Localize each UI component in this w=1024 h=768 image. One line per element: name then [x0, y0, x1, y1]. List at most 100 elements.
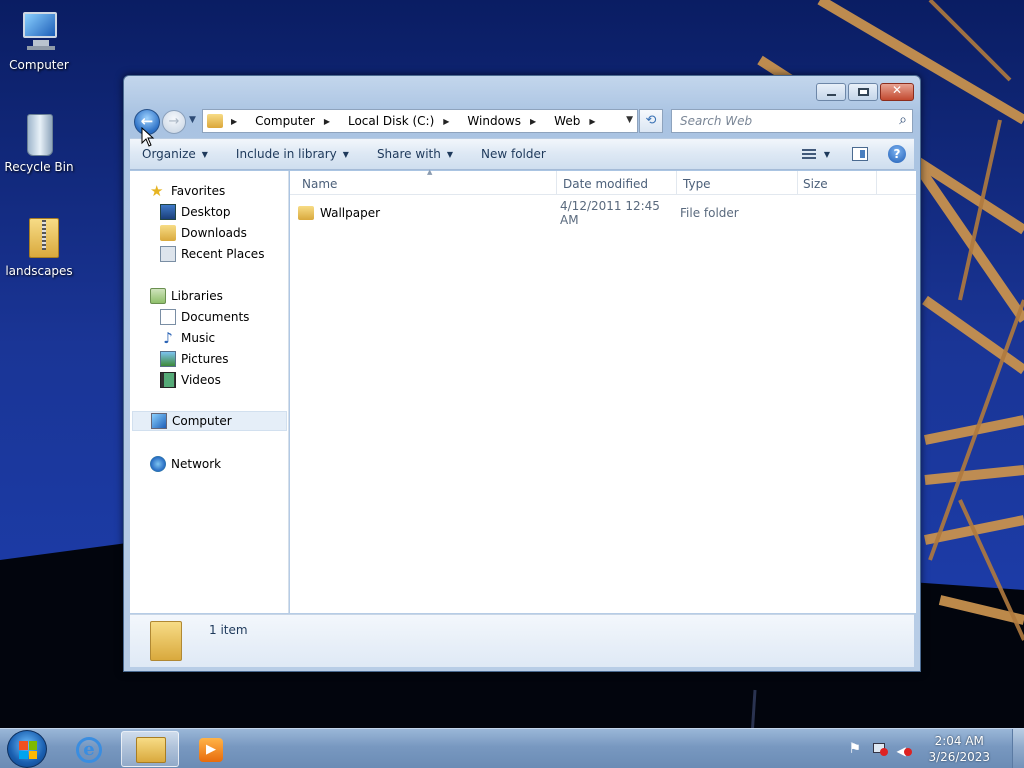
help-button[interactable]: ? [888, 145, 906, 163]
new-folder-button[interactable]: New folder [481, 147, 546, 161]
documents-icon [160, 309, 176, 325]
pictures-icon [160, 351, 176, 367]
close-button[interactable]: ✕ [880, 83, 914, 101]
chevron-down-icon: ▼ [342, 149, 349, 159]
navigation-pane: ★ Favorites Desktop Downloads Recent Pla… [130, 171, 289, 613]
column-header-type[interactable]: Type [683, 177, 711, 191]
chevron-right-icon[interactable]: ▶ [530, 117, 536, 126]
forward-button[interactable]: → [162, 110, 186, 134]
help-icon: ? [893, 147, 901, 161]
nav-music[interactable]: ♪ Music [160, 328, 215, 348]
column-header-size[interactable]: Size [803, 177, 828, 191]
explorer-window[interactable]: ✕ ← → ▼ ▶ Computer ▶ Local Disk (C:) ▶ W… [123, 75, 921, 672]
column-header-name[interactable]: Name [302, 177, 337, 191]
file-list[interactable]: ▲ Name Date modified Type Size Wallpaper… [290, 168, 916, 613]
file-date-modified: 4/12/2011 12:45 AM [560, 199, 660, 227]
refresh-button[interactable]: ⟲ [639, 109, 663, 133]
include-in-library-menu[interactable]: Include in library ▼ [236, 147, 349, 161]
nav-desktop[interactable]: Desktop [160, 202, 231, 222]
restore-icon [858, 88, 869, 96]
file-name: Wallpaper [320, 206, 381, 220]
chevron-down-icon: ▼ [446, 149, 453, 159]
details-pane: 1 item [130, 614, 914, 667]
windows-logo-icon [19, 741, 37, 759]
recycle-bin-icon [15, 110, 63, 158]
clock-time: 2:04 AM [934, 734, 984, 748]
desktop-icon-landscapes[interactable]: landscapes [1, 214, 77, 278]
large-folder-icon [150, 621, 182, 661]
column-headers: ▲ Name Date modified Type Size [290, 168, 916, 195]
nav-pictures[interactable]: Pictures [160, 349, 229, 369]
breadcrumb-windows[interactable]: Windows [467, 114, 521, 128]
address-history-dropdown[interactable]: ▼ [626, 115, 633, 125]
minimize-icon [827, 94, 836, 96]
item-count: 1 item [209, 623, 248, 637]
show-desktop-button[interactable] [1012, 729, 1024, 768]
share-with-menu[interactable]: Share with ▼ [377, 147, 453, 161]
network-icon[interactable] [872, 741, 889, 757]
navigation-bar: ← → ▼ ▶ Computer ▶ Local Disk (C:) ▶ Win… [130, 106, 914, 135]
caption-buttons: ✕ [814, 83, 914, 101]
chevron-right-icon: ▶ [231, 116, 238, 126]
breadcrumb-root-chevron[interactable]: ▶ [231, 117, 246, 126]
file-type: File folder [680, 206, 739, 220]
zip-folder-icon [15, 214, 63, 262]
sort-ascending-icon: ▲ [427, 168, 433, 176]
internet-explorer-icon: e [76, 737, 102, 763]
mouse-cursor [141, 127, 155, 147]
recent-places-icon [160, 246, 176, 262]
star-icon: ★ [150, 182, 164, 200]
chevron-right-icon[interactable]: ▶ [589, 117, 595, 126]
nav-network[interactable]: Network [150, 454, 221, 474]
clock[interactable]: 2:04 AM 3/26/2023 [928, 733, 990, 765]
minimize-button[interactable] [816, 83, 846, 101]
chevron-right-icon[interactable]: ▶ [324, 117, 330, 126]
action-center-flag-icon[interactable]: ⚑ [848, 741, 864, 757]
chevron-down-icon: ▼ [201, 149, 208, 159]
start-button[interactable] [7, 730, 47, 768]
taskbar-media-player[interactable]: ▶ [181, 731, 239, 767]
details-view-icon [801, 149, 816, 159]
command-bar: Organize ▼ Include in library ▼ Share with… [130, 138, 914, 170]
nav-documents[interactable]: Documents [160, 307, 249, 327]
breadcrumb-local-disk[interactable]: Local Disk (C:) [348, 114, 434, 128]
breadcrumb-computer[interactable]: Computer [255, 114, 315, 128]
desktop-icon-computer[interactable]: Computer [1, 8, 77, 72]
maximize-button[interactable] [848, 83, 878, 101]
network-icon [150, 456, 166, 472]
search-icon[interactable]: ⌕ [899, 112, 907, 128]
nav-videos[interactable]: Videos [160, 370, 221, 390]
volume-muted-icon[interactable]: ◀ [896, 741, 913, 758]
folder-icon [207, 114, 223, 128]
folder-icon [298, 206, 314, 220]
address-bar[interactable]: ▶ Computer ▶ Local Disk (C:) ▶ Windows ▶… [202, 109, 638, 133]
nav-recent-places[interactable]: Recent Places [160, 244, 264, 264]
breadcrumb-web[interactable]: Web [554, 114, 580, 128]
music-icon: ♪ [163, 329, 173, 347]
view-options-dropdown[interactable]: ▼ [824, 150, 830, 159]
taskbar-windows-explorer[interactable] [121, 731, 179, 767]
change-view-button[interactable] [801, 147, 818, 161]
computer-icon [15, 8, 63, 56]
videos-icon [160, 372, 176, 388]
nav-computer[interactable]: Computer [132, 411, 287, 431]
desktop-icon-label: landscapes [5, 264, 73, 278]
nav-favorites[interactable]: ★ Favorites [150, 181, 225, 201]
search-input[interactable]: Search Web ⌕ [671, 109, 913, 133]
chevron-right-icon[interactable]: ▶ [443, 117, 449, 126]
close-icon: ✕ [891, 83, 903, 97]
desktop-icon [160, 204, 176, 220]
organize-menu[interactable]: Organize ▼ [142, 147, 208, 161]
file-row[interactable]: Wallpaper 4/12/2011 12:45 AM File folder [298, 199, 898, 227]
desktop-icon-recycle-bin[interactable]: Recycle Bin [1, 110, 77, 174]
taskbar-internet-explorer[interactable]: e [61, 731, 119, 767]
nav-downloads[interactable]: Downloads [160, 223, 247, 243]
nav-libraries[interactable]: Libraries [150, 286, 223, 306]
system-tray: ⚑ ◀ 2:04 AM 3/26/2023 [848, 729, 1024, 768]
downloads-folder-icon [160, 225, 176, 241]
recent-pages-dropdown[interactable]: ▼ [189, 115, 199, 125]
preview-pane-button[interactable] [852, 147, 868, 161]
refresh-icon: ⟲ [645, 113, 657, 128]
taskbar: e ▶ ⚑ ◀ 2:04 AM 3/26/2023 [0, 728, 1024, 768]
column-header-date-modified[interactable]: Date modified [563, 177, 648, 191]
